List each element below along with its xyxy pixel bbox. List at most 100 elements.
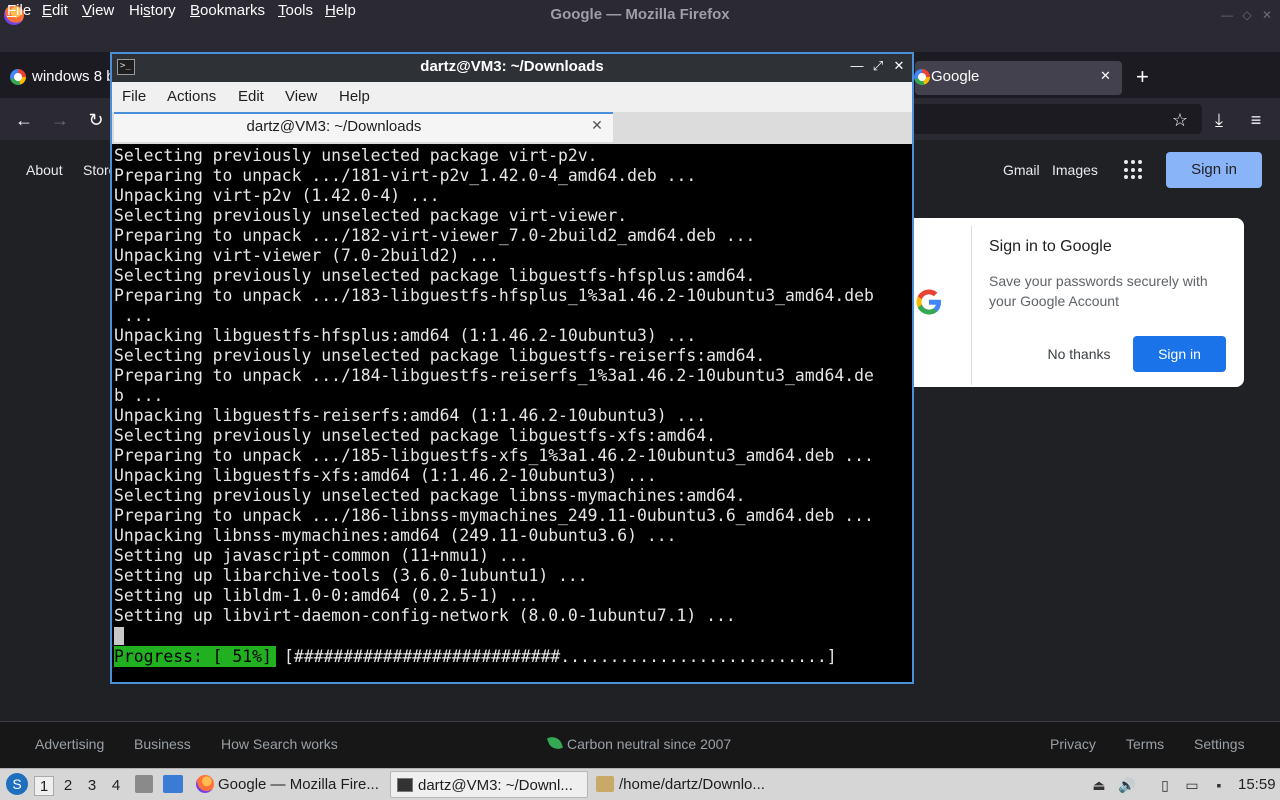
- bookmark-star-icon[interactable]: ☆: [1168, 108, 1192, 132]
- terminal-line: ...: [114, 306, 154, 325]
- task-file-manager[interactable]: /home/dartz/Downlo...: [592, 771, 787, 798]
- task-label: /home/dartz/Downlo...: [619, 776, 765, 793]
- workspace-2[interactable]: 2: [58, 776, 78, 796]
- terminal-menu-view[interactable]: View: [285, 88, 317, 105]
- forward-icon[interactable]: →: [48, 108, 72, 132]
- show-desktop-icon[interactable]: [163, 775, 183, 793]
- progress-label: Progress: [ 51%]: [114, 646, 276, 667]
- terminal-line: Selecting previously unselected package …: [114, 486, 746, 505]
- about-link[interactable]: About: [26, 162, 63, 178]
- clipboard-icon[interactable]: ▯: [1156, 776, 1174, 794]
- menu-tools[interactable]: Tools: [278, 2, 313, 19]
- gmail-link[interactable]: Gmail: [1003, 162, 1040, 178]
- terminal-close-icon[interactable]: ✕: [891, 58, 907, 74]
- firefox-icon: [196, 775, 214, 793]
- terminal-menu-file[interactable]: File: [122, 88, 146, 105]
- card-signin-button[interactable]: Sign in: [1133, 336, 1226, 372]
- reload-icon[interactable]: ↻: [84, 108, 108, 132]
- terminal-line: Selecting previously unselected package …: [114, 426, 716, 445]
- tab-close-icon[interactable]: ✕: [1100, 68, 1111, 84]
- card-title: Sign in to Google: [989, 238, 1112, 255]
- terms-link[interactable]: Terms: [1126, 736, 1164, 752]
- folder-icon: [596, 776, 614, 792]
- terminal-line: Preparing to unpack .../181-virt-p2v_1.4…: [114, 166, 697, 185]
- terminal-minimize-icon[interactable]: —: [849, 58, 865, 74]
- firefox-menubar: [0, 30, 1280, 52]
- terminal-line: b ...: [114, 386, 164, 405]
- tab-windows8[interactable]: windows 8 b: [6, 61, 115, 95]
- menu-history[interactable]: History: [129, 2, 176, 19]
- task-firefox[interactable]: Google — Mozilla Fire...: [192, 771, 387, 798]
- tab-label: Google: [931, 68, 980, 85]
- workspace-1[interactable]: 1: [34, 776, 54, 796]
- terminal-line: Preparing to unpack .../185-libguestfs-x…: [114, 446, 874, 465]
- terminal-lines: Selecting previously unselected package …: [114, 146, 874, 626]
- google-apps-icon[interactable]: [1124, 160, 1144, 180]
- file-manager-launcher-icon[interactable]: [135, 775, 153, 793]
- terminal-line: Selecting previously unselected package …: [114, 346, 766, 365]
- url-bar[interactable]: [912, 104, 1202, 134]
- terminal-cursor: [114, 627, 124, 645]
- workspace-4[interactable]: 4: [106, 776, 126, 796]
- workspace-3[interactable]: 3: [82, 776, 102, 796]
- new-tab-button[interactable]: +: [1136, 64, 1149, 90]
- terminal-line: Preparing to unpack .../184-libguestfs-r…: [114, 366, 874, 385]
- terminal-line: Unpacking virt-viewer (7.0-2build2) ...: [114, 246, 499, 265]
- terminal-line: Selecting previously unselected package …: [114, 206, 628, 225]
- google-g-logo-icon: [913, 286, 945, 318]
- terminal-icon: [397, 778, 413, 792]
- carbon-neutral-link[interactable]: Carbon neutral since 2007: [567, 736, 731, 752]
- terminal-menu-edit[interactable]: Edit: [238, 88, 264, 105]
- terminal-line: Unpacking libnss-mymachines:amd64 (249.1…: [114, 526, 677, 545]
- how-search-works-link[interactable]: How Search works: [221, 736, 338, 752]
- tray-eject-icon[interactable]: ⏏: [1090, 776, 1108, 794]
- terminal-window-title: dartz@VM3: ~/Downloads: [420, 58, 604, 75]
- terminal-line: Unpacking libguestfs-hfsplus:amd64 (1:1.…: [114, 326, 697, 345]
- terminal-menu-actions[interactable]: Actions: [167, 88, 216, 105]
- menu-file[interactable]: File: [7, 2, 31, 19]
- privacy-link[interactable]: Privacy: [1050, 736, 1096, 752]
- menu-edit[interactable]: Edit: [42, 2, 68, 19]
- tab-label: windows 8 b: [32, 68, 115, 85]
- terminal-menubar: [112, 82, 912, 112]
- menu-help[interactable]: Help: [325, 2, 356, 19]
- terminal-tab-close-icon[interactable]: ✕: [589, 117, 605, 133]
- terminal-line: Unpacking libguestfs-reiserfs:amd64 (1:1…: [114, 406, 707, 425]
- terminal-maximize-icon[interactable]: ⤢: [870, 58, 886, 74]
- close-icon[interactable]: ✕: [1258, 6, 1276, 24]
- menu-bookmarks[interactable]: Bookmarks: [190, 2, 265, 19]
- start-menu-icon[interactable]: S: [6, 773, 28, 795]
- advertising-link[interactable]: Advertising: [35, 736, 104, 752]
- app-menu-icon[interactable]: ≡: [1244, 108, 1268, 132]
- task-label: Google — Mozilla Fire...: [218, 776, 379, 793]
- update-notifier-icon[interactable]: ▪: [1210, 776, 1228, 794]
- terminal-line: Selecting previously unselected package …: [114, 266, 756, 285]
- business-link[interactable]: Business: [134, 736, 191, 752]
- maximize-icon[interactable]: ◇: [1238, 6, 1256, 24]
- terminal-line: Unpacking virt-p2v (1.42.0-4) ...: [114, 186, 440, 205]
- terminal-menu-help[interactable]: Help: [339, 88, 370, 105]
- images-link[interactable]: Images: [1052, 162, 1098, 178]
- back-icon[interactable]: ←: [12, 108, 36, 132]
- network-icon[interactable]: ▭: [1183, 776, 1201, 794]
- terminal-line: Setting up libldm-1.0-0:amd64 (0.2.5-1) …: [114, 586, 539, 605]
- terminal-tab-label: dartz@VM3: ~/Downloads: [246, 118, 422, 135]
- terminal-line: Unpacking libguestfs-xfs:amd64 (1:1.46.2…: [114, 466, 657, 485]
- volume-icon[interactable]: 🔊: [1118, 776, 1136, 794]
- google-favicon-icon: [914, 69, 930, 85]
- menu-view[interactable]: View: [82, 2, 114, 19]
- minimize-icon[interactable]: —: [1218, 6, 1236, 24]
- google-signin-button[interactable]: Sign in: [1166, 152, 1262, 188]
- tab-google[interactable]: Google ✕: [914, 61, 1122, 95]
- downloads-icon[interactable]: ⤓: [1207, 108, 1231, 132]
- terminal-output[interactable]: Selecting previously unselected package …: [112, 144, 910, 682]
- settings-link[interactable]: Settings: [1194, 736, 1245, 752]
- task-terminal[interactable]: dartz@VM3: ~/Downl...: [390, 771, 588, 798]
- terminal-line: Preparing to unpack .../182-virt-viewer_…: [114, 226, 756, 245]
- terminal-line: Preparing to unpack .../183-libguestfs-h…: [114, 286, 874, 305]
- no-thanks-button[interactable]: No thanks: [1036, 336, 1122, 372]
- card-divider: [971, 226, 972, 385]
- terminal-line: Setting up libarchive-tools (3.6.0-1ubun…: [114, 566, 588, 585]
- task-label: dartz@VM3: ~/Downl...: [418, 777, 573, 794]
- google-favicon-icon: [10, 69, 26, 85]
